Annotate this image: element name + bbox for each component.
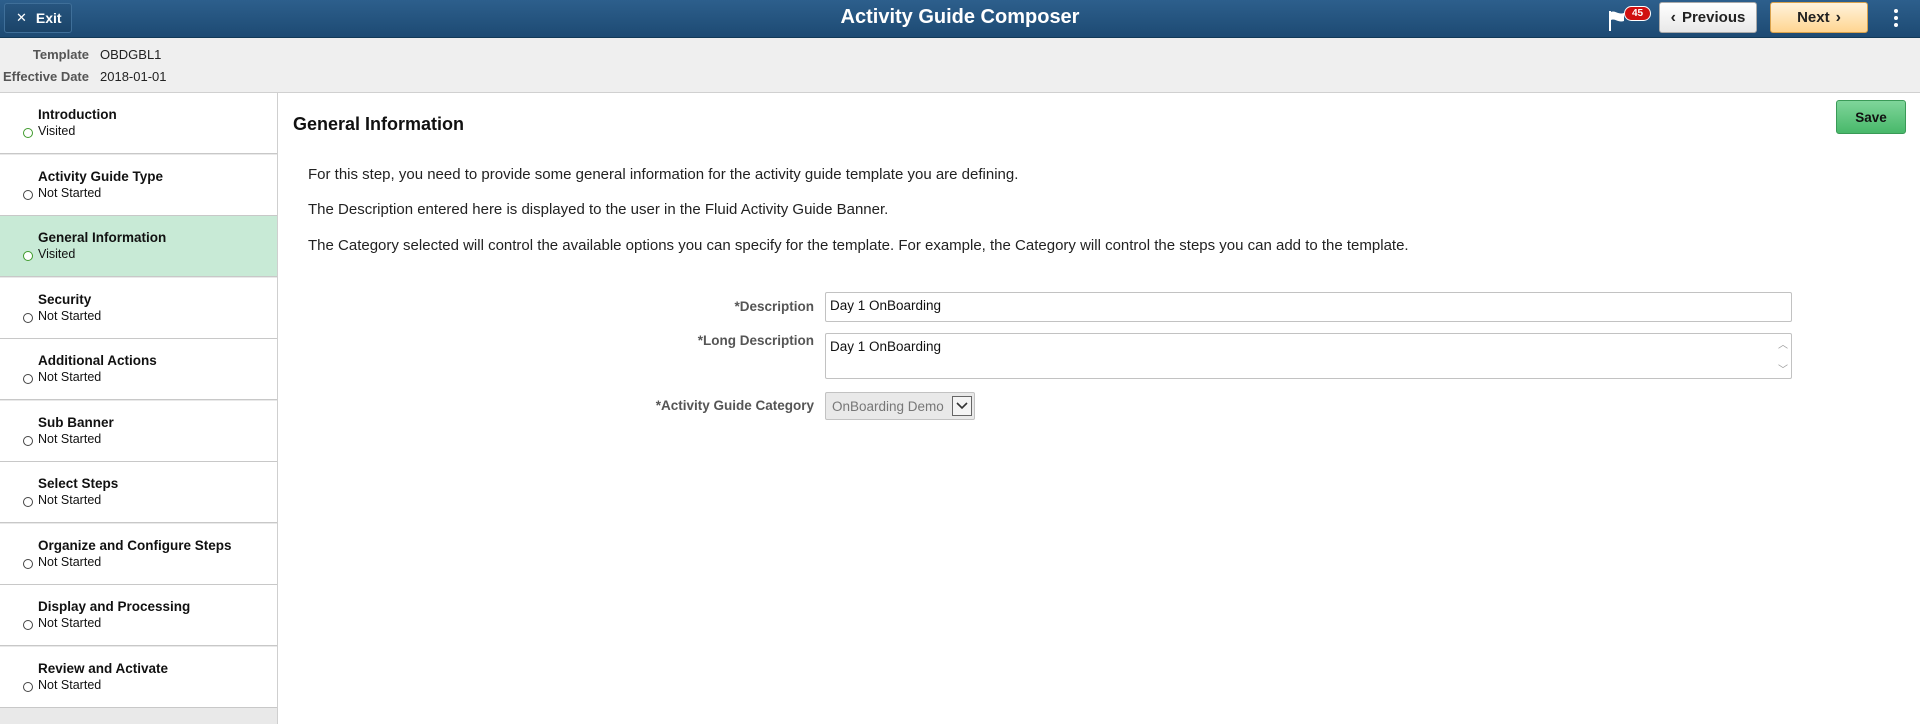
description-input[interactable]: Day 1 OnBoarding (825, 292, 1792, 322)
category-label: *Activity Guide Category (655, 398, 814, 413)
step-select-steps[interactable]: Select Steps Not Started (0, 462, 277, 523)
status-circle-icon (23, 128, 33, 138)
scroll-down-icon[interactable]: ﹀ (1778, 361, 1788, 376)
close-icon: ✕ (16, 10, 27, 25)
step-status: Not Started (38, 370, 102, 384)
effective-date-label: Effective Date (3, 69, 89, 84)
dropdown-arrow-icon[interactable] (952, 396, 972, 416)
step-navigation: Introduction Visited Activity Guide Type… (0, 93, 278, 724)
step-name: Activity Guide Type (38, 169, 164, 184)
instruction-text: The Description entered here is displaye… (308, 201, 889, 218)
template-header: Template OBDGBL1 Effective Date 2018-01-… (0, 38, 1920, 93)
exit-button[interactable]: ✕ Exit (4, 3, 72, 33)
template-label: Template (32, 47, 89, 62)
step-name: Sub Banner (38, 415, 114, 430)
step-introduction[interactable]: Introduction Visited (0, 93, 277, 154)
status-circle-icon (23, 497, 33, 507)
long-description-textarea[interactable]: Day 1 OnBoarding ︿ ﹀ (825, 333, 1792, 379)
notification-count-badge: 45 (1624, 6, 1651, 21)
category-value: OnBoarding Demo (832, 399, 944, 414)
save-button[interactable]: Save (1836, 100, 1906, 134)
step-name: Display and Processing (38, 599, 191, 614)
textarea-scrollbar[interactable]: ︿ ﹀ (1777, 336, 1789, 376)
previous-label: Previous (1681, 9, 1746, 26)
step-additional-actions[interactable]: Additional Actions Not Started (0, 339, 277, 400)
step-review-activate[interactable]: Review and Activate Not Started (0, 647, 277, 708)
step-status: Not Started (38, 555, 102, 569)
previous-button[interactable]: ‹ Previous (1659, 2, 1757, 33)
step-name: Organize and Configure Steps (38, 538, 232, 553)
step-status: Not Started (38, 493, 102, 507)
instruction-text: For this step, you need to provide some … (308, 166, 1019, 183)
scroll-up-icon[interactable]: ︿ (1778, 336, 1788, 351)
step-status: Not Started (38, 186, 102, 200)
notifications-button[interactable]: 45 (1604, 4, 1651, 34)
step-general-information[interactable]: General Information Visited (0, 216, 277, 277)
step-name: Additional Actions (38, 353, 157, 368)
status-circle-icon (23, 251, 33, 261)
step-activity-guide-type[interactable]: Activity Guide Type Not Started (0, 155, 277, 216)
status-circle-icon (23, 190, 33, 200)
step-status: Visited (38, 124, 76, 138)
template-value: OBDGBL1 (100, 47, 162, 62)
step-organize-configure[interactable]: Organize and Configure Steps Not Started (0, 524, 277, 585)
section-title: General Information (293, 114, 465, 134)
status-circle-icon (23, 559, 33, 569)
step-status: Not Started (38, 678, 102, 692)
step-status: Not Started (38, 309, 102, 323)
long-description-label: *Long Description (697, 333, 814, 348)
status-circle-icon (23, 374, 33, 384)
description-label: *Description (734, 299, 814, 314)
step-name: Introduction (38, 107, 117, 122)
long-description-value: Day 1 OnBoarding (830, 339, 942, 354)
step-display-processing[interactable]: Display and Processing Not Started (0, 585, 277, 646)
instruction-text: The Category selected will control the a… (308, 237, 1409, 254)
step-name: Review and Activate (38, 661, 169, 676)
next-label: Next (1797, 9, 1830, 26)
top-banner: ✕ Exit Activity Guide Composer 45 ‹ Prev… (0, 0, 1920, 38)
step-security[interactable]: Security Not Started (0, 278, 277, 339)
chevron-right-icon: › (1835, 8, 1841, 26)
chevron-left-icon: ‹ (1670, 8, 1676, 26)
effective-date-value: 2018-01-01 (100, 69, 167, 84)
step-status: Visited (38, 247, 76, 261)
next-button[interactable]: Next › (1770, 2, 1868, 33)
step-name: General Information (38, 230, 167, 245)
more-actions-icon[interactable] (1889, 4, 1903, 32)
status-circle-icon (23, 313, 33, 323)
step-sub-banner[interactable]: Sub Banner Not Started (0, 401, 277, 462)
step-name: Select Steps (38, 476, 119, 491)
status-circle-icon (23, 620, 33, 630)
category-select[interactable]: OnBoarding Demo (825, 392, 975, 420)
status-circle-icon (23, 436, 33, 446)
exit-label: Exit (35, 10, 62, 26)
step-name: Security (38, 292, 92, 307)
step-status: Not Started (38, 432, 102, 446)
main-content: General Information Save For this step, … (278, 93, 1920, 724)
status-circle-icon (23, 682, 33, 692)
step-status: Not Started (38, 616, 102, 630)
